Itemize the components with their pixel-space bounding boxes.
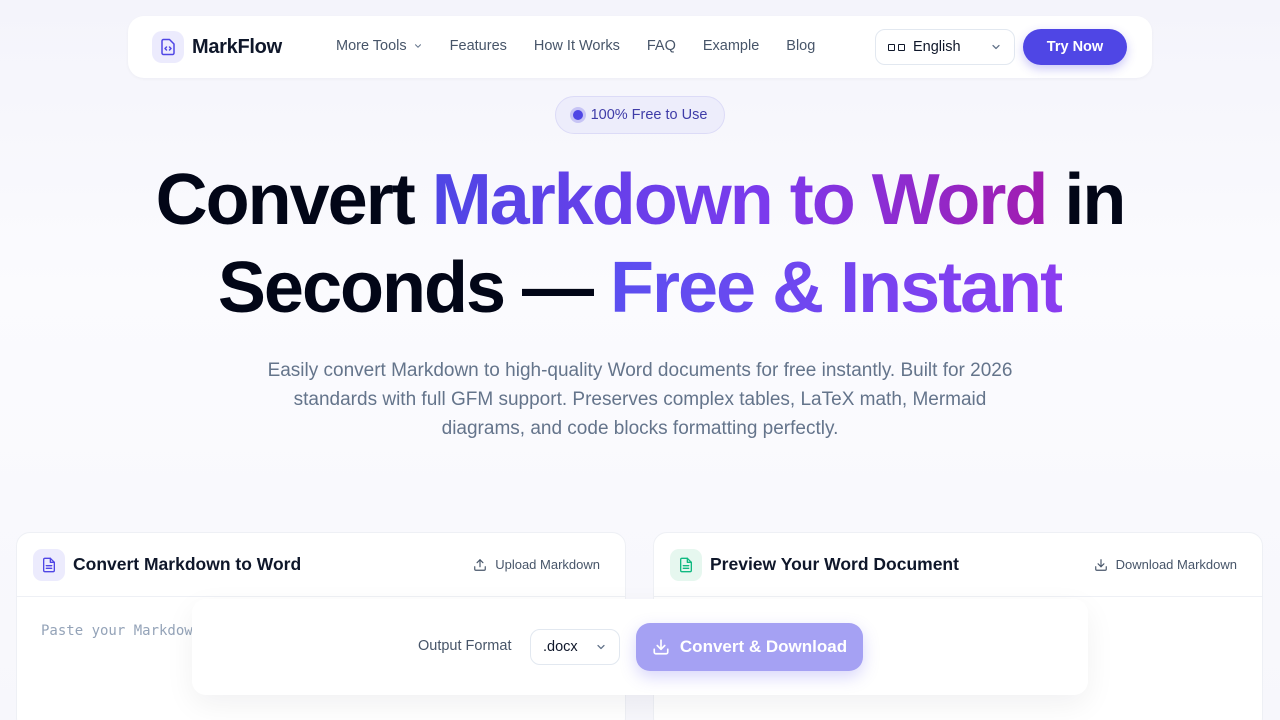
output-format-value: .docx: [543, 639, 578, 655]
conversion-toolbar: Output Format .docx Convert & Download: [192, 599, 1088, 695]
convert-download-label: Convert & Download: [679, 637, 848, 656]
panel-header: Preview Your Word Document Download Mark…: [654, 533, 1262, 597]
hero-highlight: Markdown to Word: [431, 160, 1049, 240]
panel-header: Convert Markdown to Word Upload Markdown: [17, 533, 625, 597]
upload-markdown-label: Upload Markdown: [495, 557, 600, 572]
convert-download-button[interactable]: Convert & Download: [636, 623, 863, 671]
top-navbar: MarkFlow More Tools Features How It Work…: [128, 16, 1152, 78]
brand-name: MarkFlow: [192, 35, 282, 58]
hero-heading: Convert Markdown to Word in Seconds — Fr…: [0, 156, 1280, 332]
nav-link-blog[interactable]: Blog: [786, 38, 815, 54]
nav-link-example[interactable]: Example: [703, 38, 759, 54]
dot-icon: [572, 110, 583, 120]
output-format-label: Output Format: [418, 638, 512, 654]
nav-link-label: More Tools: [336, 38, 407, 54]
nav-link-label: Example: [702, 38, 760, 54]
markdown-input[interactable]: Paste your Markdow: [41, 623, 193, 639]
chevron-down-icon: [597, 644, 605, 650]
hero-subtitle: Easily convert Markdown to high-quality …: [267, 360, 1013, 439]
hero-text: Seconds —: [217, 248, 610, 328]
language-icon: [888, 43, 905, 51]
nav-link-faq[interactable]: FAQ: [647, 38, 676, 54]
nav-link-label: Blog: [786, 38, 816, 54]
download-markdown-button[interactable]: Download Markdown: [1094, 557, 1237, 572]
output-format-select[interactable]: .docx: [530, 629, 620, 665]
language-value: English: [913, 39, 961, 55]
nav-link-features[interactable]: Features: [450, 38, 507, 54]
nav-link-label: How It Works: [533, 38, 620, 54]
upload-markdown-button[interactable]: Upload Markdown: [473, 557, 600, 572]
download-icon: [653, 639, 669, 655]
download-markdown-label: Download Markdown: [1115, 557, 1237, 572]
brand[interactable]: MarkFlow: [152, 31, 282, 63]
panel-title: Preview Your Word Document: [710, 554, 959, 574]
chevron-down-icon: [414, 44, 421, 48]
nav-link-label: FAQ: [646, 38, 676, 54]
document-text-icon: [670, 548, 702, 581]
nav-link-how-it-works[interactable]: How It Works: [534, 38, 620, 54]
download-icon: [1094, 558, 1107, 571]
language-select[interactable]: English: [875, 29, 1015, 65]
nav-link-more-tools[interactable]: More Tools: [336, 38, 423, 54]
hero-text: in: [1046, 160, 1126, 240]
chevron-down-icon: [992, 44, 1000, 50]
panel-title: Convert Markdown to Word: [73, 554, 302, 574]
document-icon: [33, 548, 65, 581]
document-code-icon: [152, 31, 184, 63]
try-now-button[interactable]: Try Now: [1023, 29, 1127, 65]
upload-icon: [474, 558, 487, 571]
hero-highlight: Free & Instant: [610, 248, 1064, 328]
nav-links: More Tools Features How It Works FAQ Exa…: [336, 38, 842, 54]
nav-link-label: Features: [449, 38, 507, 54]
hero-text: Convert: [155, 160, 432, 240]
badge-label: 100% Free to Use: [590, 107, 708, 123]
free-badge: 100% Free to Use: [555, 96, 725, 134]
